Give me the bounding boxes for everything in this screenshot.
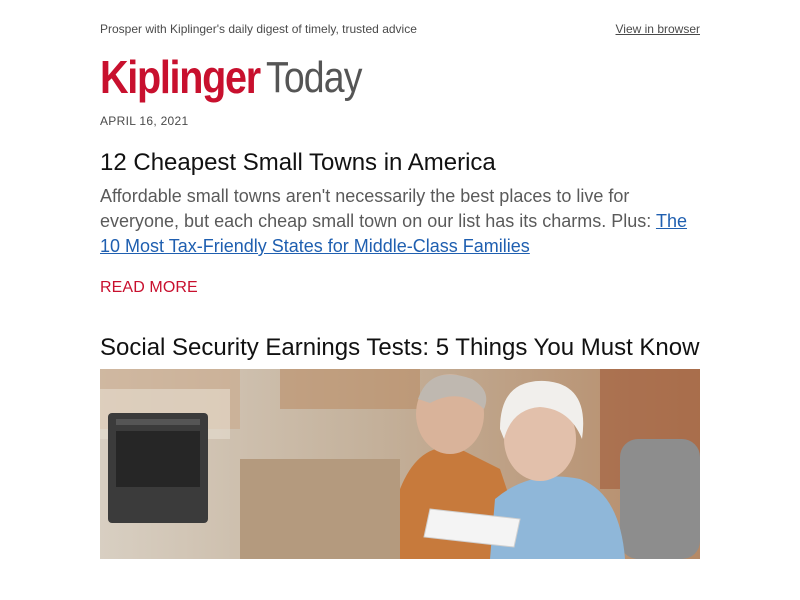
preheader: Prosper with Kiplinger's daily digest of… bbox=[100, 0, 700, 36]
issue-date: APRIL 16, 2021 bbox=[100, 114, 189, 128]
read-more-button[interactable]: READ MORE bbox=[100, 279, 198, 297]
article-1-title[interactable]: 12 Cheapest Small Towns in America bbox=[100, 146, 700, 180]
kiplinger-today-logo[interactable]: Kiplinger Today bbox=[100, 52, 700, 100]
article-2-title[interactable]: Social Security Earnings Tests: 5 Things… bbox=[100, 331, 700, 365]
article-2-image[interactable] bbox=[100, 369, 700, 559]
email-body: Prosper with Kiplinger's daily digest of… bbox=[100, 0, 700, 559]
logo-product: Today bbox=[265, 53, 362, 102]
article-2-photo-illustration bbox=[100, 369, 700, 559]
logo-brand: Kiplinger bbox=[100, 51, 261, 103]
preheader-tagline: Prosper with Kiplinger's daily digest of… bbox=[100, 22, 417, 36]
article-1-summary-text: Affordable small towns aren't necessaril… bbox=[100, 186, 656, 231]
article-1-summary: Affordable small towns aren't necessaril… bbox=[100, 184, 700, 259]
view-in-browser-link[interactable]: View in browser bbox=[616, 22, 700, 36]
